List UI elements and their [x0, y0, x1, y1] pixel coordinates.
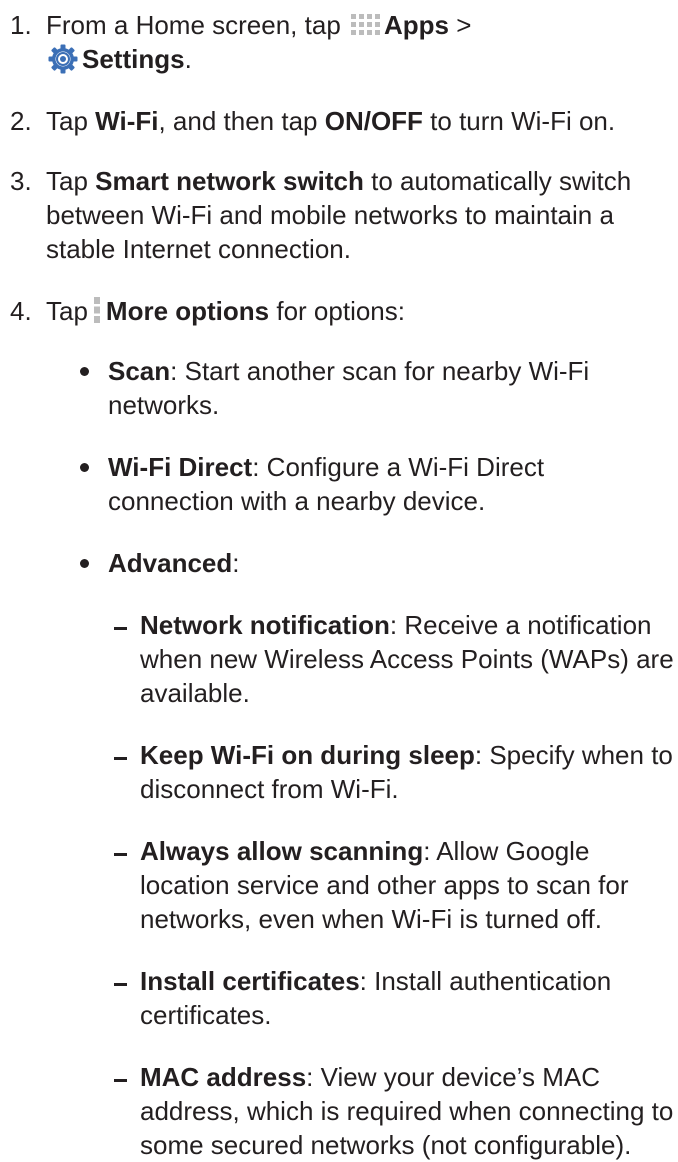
- wifi-label: Wi-Fi: [95, 106, 159, 136]
- dash-marker: [114, 853, 127, 856]
- on-off-label: ON/OFF: [324, 106, 423, 136]
- text-run: for options:: [269, 296, 405, 326]
- dash-marker: [114, 983, 127, 986]
- step-text: From a Home screen, tap Apps > Settings.: [46, 8, 666, 76]
- sub-item-term: Always allow scanning: [140, 836, 424, 866]
- smart-network-switch-label: Smart network switch: [95, 166, 364, 196]
- bullet-text: Advanced:: [108, 546, 668, 580]
- bullet-desc: : Start another scan for nearby Wi-Fi ne…: [108, 356, 597, 420]
- step-1-text-pre: From a Home screen, tap: [46, 10, 341, 40]
- step-text: Tap Smart network switch to automaticall…: [46, 164, 666, 266]
- bullet-text: Wi-Fi Direct: Configure a Wi-Fi Direct c…: [108, 450, 668, 518]
- apps-label: Apps: [384, 10, 450, 40]
- text-run: Tap: [46, 106, 96, 136]
- sub-item-text: MAC address: View your device’s MAC addr…: [140, 1060, 678, 1162]
- step-1-line-2: Settings.: [46, 42, 666, 76]
- bullet-term: Wi-Fi Direct: [108, 452, 253, 482]
- step-1-line-1: From a Home screen, tap Apps >: [46, 8, 666, 42]
- settings-label: Settings: [82, 44, 185, 74]
- bullet-desc: :: [232, 548, 240, 578]
- step-number: 2.: [10, 106, 32, 136]
- dash-marker: [114, 757, 127, 760]
- sub-item-term: Install certificates: [140, 966, 360, 996]
- text-run: to turn Wi-Fi on.: [422, 106, 616, 136]
- sub-item-text: Keep Wi-Fi on during sleep: Specify when…: [140, 738, 678, 806]
- sub-item-text: Always allow scanning: Allow Google loca…: [140, 834, 678, 936]
- more-options-label: More options: [105, 296, 270, 326]
- step-1-text-post: >: [449, 10, 472, 40]
- step-text: Tap More options for options:: [46, 294, 666, 328]
- bullet-dot: [80, 367, 89, 376]
- step-1-period: .: [184, 44, 192, 74]
- sub-item-term: Keep Wi-Fi on during sleep: [140, 740, 475, 770]
- more-options-icon: [93, 297, 100, 323]
- step-number: 1.: [10, 10, 32, 40]
- apps-grid-icon: [351, 14, 381, 35]
- text-run: Tap: [46, 296, 88, 326]
- text-run: Tap: [46, 166, 96, 196]
- dash-marker: [114, 1079, 127, 1082]
- bullet-dot: [80, 463, 89, 472]
- step-number: 4.: [10, 296, 32, 326]
- step-text: Tap Wi-Fi, and then tap ON/OFF to turn W…: [46, 104, 666, 138]
- step-number: 3.: [10, 166, 32, 196]
- text-run: , and then tap: [158, 106, 325, 136]
- sub-item-text: Network notification: Receive a notifica…: [140, 608, 678, 710]
- sub-item-text: Install certificates: Install authentica…: [140, 964, 678, 1032]
- bullet-term: Scan: [108, 356, 171, 386]
- sub-item-term: MAC address: [140, 1062, 307, 1092]
- settings-gear-icon: [48, 44, 78, 74]
- dash-marker: [114, 627, 127, 630]
- bullet-text: Scan: Start another scan for nearby Wi-F…: [108, 354, 668, 422]
- sub-item-term: Network notification: [140, 610, 390, 640]
- bullet-term: Advanced: [108, 548, 233, 578]
- bullet-dot: [80, 559, 89, 568]
